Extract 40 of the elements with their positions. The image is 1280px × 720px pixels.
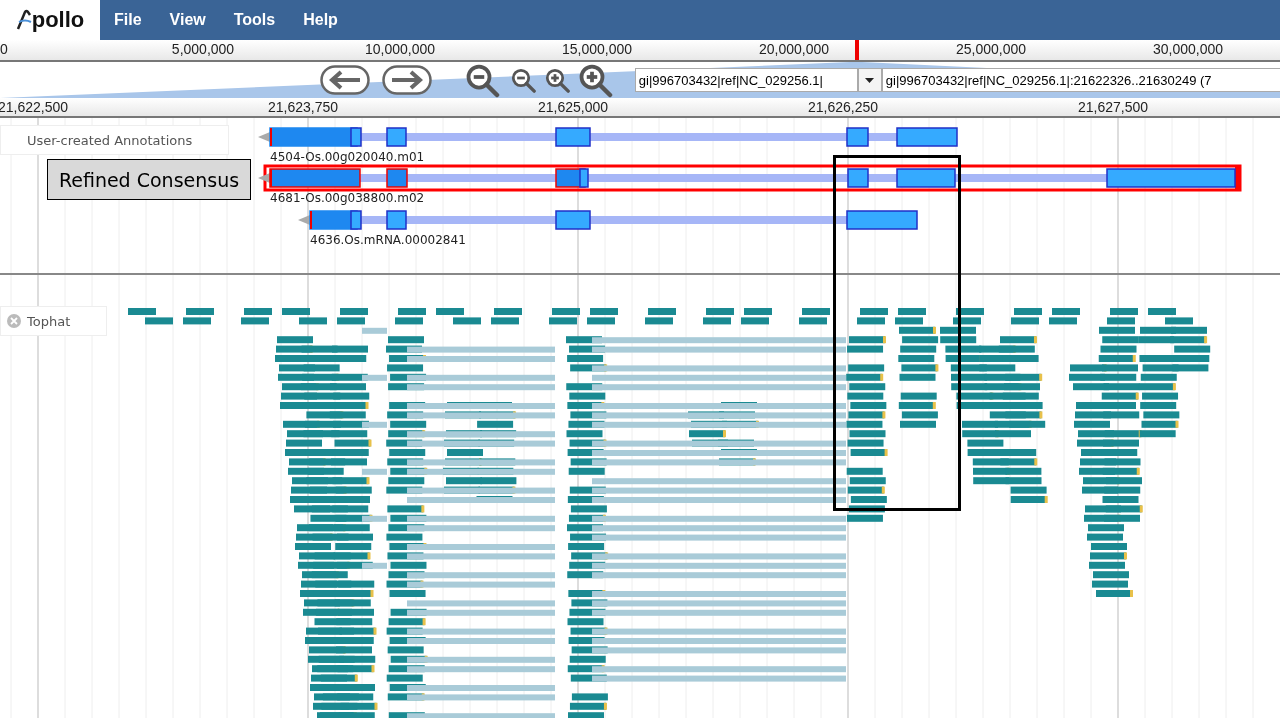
gene-label: 4636.Os.mRNA.00002841 <box>310 233 466 247</box>
zoom-in-button[interactable] <box>544 66 571 94</box>
dropdown-button[interactable] <box>857 68 882 92</box>
menu-item[interactable]: Tools <box>219 0 290 40</box>
scroll-left-button[interactable] <box>320 65 370 95</box>
ruler-tick-label: 30,000,000 <box>1152 41 1224 57</box>
zoom-out-button[interactable] <box>510 66 537 94</box>
gene-model[interactable] <box>298 210 918 230</box>
gene-model[interactable] <box>258 164 1242 192</box>
ruler-tick-label: 15,000,000 <box>561 41 633 57</box>
sequence-field[interactable]: gi|996703432|ref|NC_029256.1| <box>634 68 858 92</box>
app-logo[interactable]: pollo <box>0 0 100 40</box>
ruler-tick-label: 21,623,750 <box>267 99 339 115</box>
ruler-tick-label: 0 <box>0 41 8 57</box>
logo-mark-icon <box>15 9 32 31</box>
gene-label: 4504-Os.00g020040.m01 <box>270 150 425 164</box>
scroll-right-button[interactable] <box>382 65 432 95</box>
ruler-tick-label: 25,000,000 <box>955 41 1027 57</box>
zoom-out-icon <box>510 66 537 94</box>
ruler-tick-label: 21,625,000 <box>537 99 609 115</box>
ruler-tick-label: 10,000,000 <box>364 41 436 57</box>
position-marker[interactable] <box>855 40 859 60</box>
ruler-tick-label: 20,000,000 <box>758 41 830 57</box>
gene-label: 4681-Os.00g038800.m02 <box>270 191 425 205</box>
zoom-out-icon <box>464 62 500 98</box>
menu-item[interactable]: Help <box>289 0 352 40</box>
menu-item[interactable]: View <box>155 0 220 40</box>
ruler-tick-label: 21,627,500 <box>1077 99 1149 115</box>
zoom-in-icon <box>544 66 571 94</box>
gene-model[interactable] <box>258 127 958 147</box>
zoom-out-button[interactable] <box>464 62 500 98</box>
ruler-tick-label: 21,626,250 <box>807 99 879 115</box>
menu-item[interactable]: File <box>100 0 156 40</box>
track-label[interactable]: Tophat <box>0 306 108 336</box>
overview-ruler[interactable]: 0 5,000,000 10,000,000 15,000,000 20,000,000 25,000,000 30,000,000 <box>0 40 1280 62</box>
callout-label: Refined Consensus <box>47 159 251 200</box>
ruler-tick-label: 5,000,000 <box>171 41 235 57</box>
caret-icon <box>865 77 875 83</box>
location-field[interactable]: gi|996703432|ref|NC_029256.1|:21622326..21630249 (7 <box>881 68 1280 92</box>
track-label[interactable]: User-created Annotations <box>0 125 230 155</box>
